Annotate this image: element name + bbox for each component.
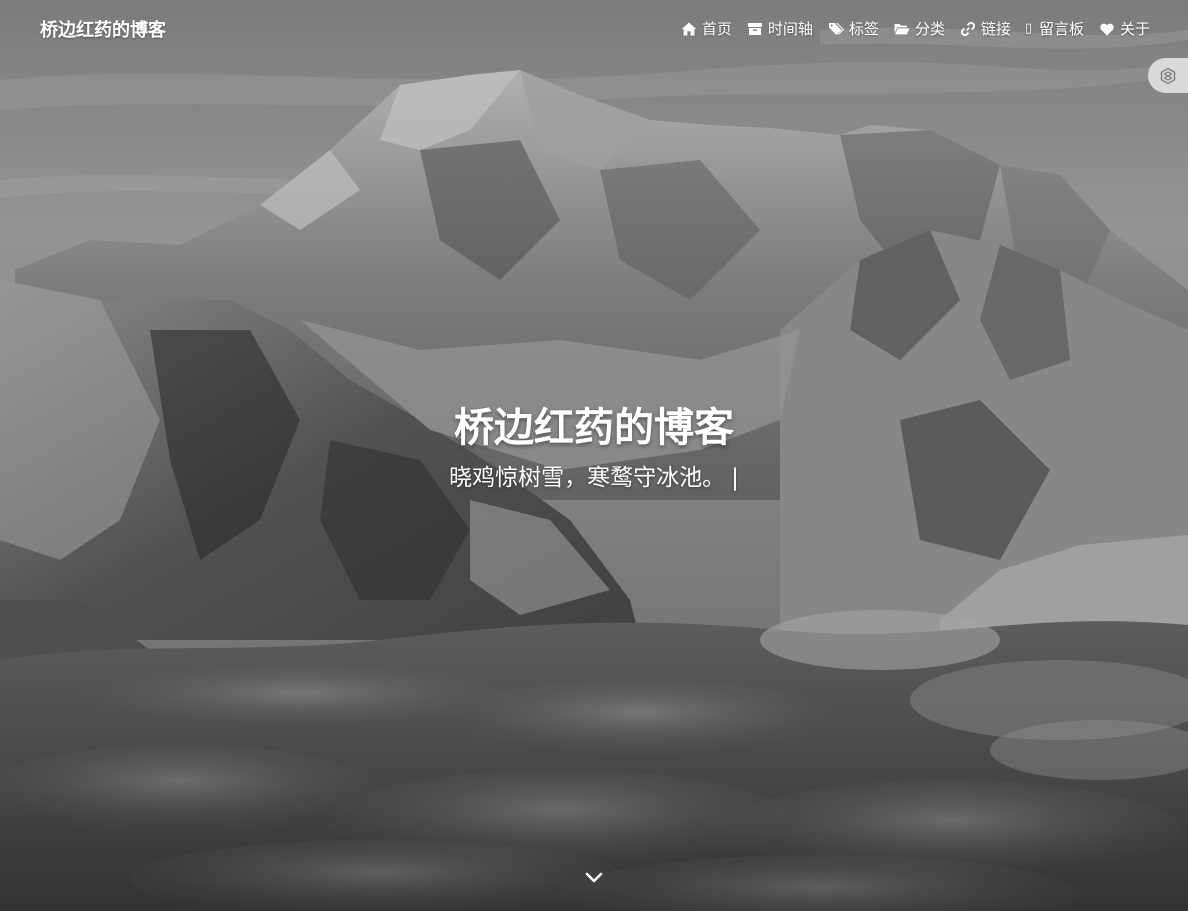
scroll-down-button[interactable] <box>580 866 608 890</box>
top-navbar: 桥边红药的博客 首页 时间轴 标签 分类 链接 ▯ 留言板 关于 <box>0 0 1188 58</box>
nav-item-label: 链接 <box>980 20 1011 38</box>
nav-item-home[interactable]: 首页 <box>680 18 732 39</box>
nav-item-label: 时间轴 <box>767 20 813 38</box>
hero-subtitle: 晓鸡惊树雪，寒鹜守冰池。 <box>449 465 726 491</box>
tags-icon <box>827 21 845 37</box>
site-brand[interactable]: 桥边红药的博客 <box>40 16 166 42</box>
chevron-down-icon <box>585 872 603 883</box>
nav-item-label: 首页 <box>701 20 732 38</box>
nav-item-guestbook[interactable]: ▯ 留言板 <box>1025 18 1084 39</box>
nav-item-label: 关于 <box>1119 20 1150 38</box>
hero-title: 桥边红药的博客 <box>454 405 734 451</box>
home-icon <box>680 21 698 37</box>
missing-glyph-icon: ▯ <box>1024 21 1033 36</box>
theme-toggle-button[interactable] <box>1148 58 1188 93</box>
link-icon <box>959 21 977 37</box>
nav-item-links[interactable]: 链接 <box>959 18 1011 39</box>
nav-item-label: 留言板 <box>1038 20 1084 38</box>
theme-switch-icon <box>1160 67 1176 84</box>
typing-cursor: | <box>731 465 739 491</box>
nav-item-categories[interactable]: 分类 <box>893 18 945 39</box>
nav-item-label: 分类 <box>914 20 945 38</box>
hero-banner: 桥边红药的博客 首页 时间轴 标签 分类 链接 ▯ 留言板 关于 桥边红药的博客… <box>0 0 1188 911</box>
hero-subtitle-line: 晓鸡惊树雪，寒鹜守冰池。 | <box>0 460 1188 496</box>
nav-item-label: 标签 <box>848 20 879 38</box>
nav-item-tags[interactable]: 标签 <box>827 18 879 39</box>
archive-icon <box>746 21 764 37</box>
folder-open-icon <box>893 21 911 37</box>
nav-menu: 首页 时间轴 标签 分类 链接 ▯ 留言板 关于 <box>666 18 1150 39</box>
hero-text: 桥边红药的博客 晓鸡惊树雪，寒鹜守冰池。 | <box>0 398 1188 496</box>
nav-item-about[interactable]: 关于 <box>1098 18 1150 39</box>
nav-item-timeline[interactable]: 时间轴 <box>746 18 813 39</box>
heart-icon <box>1098 21 1116 37</box>
